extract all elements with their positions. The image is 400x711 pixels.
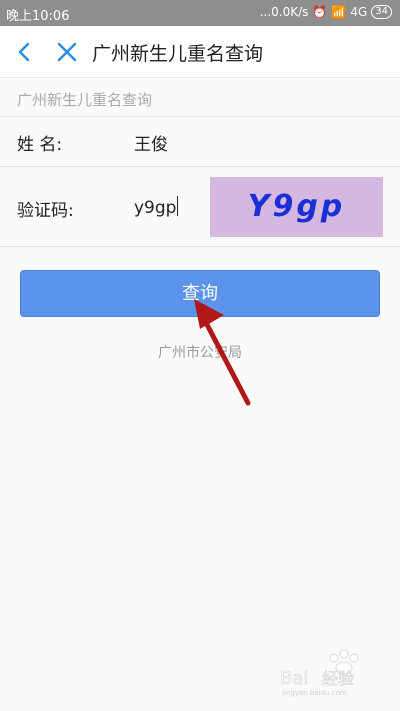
network-speed: ...0.0K/s [259,5,309,19]
network-type: 4G [350,5,368,19]
signal-icon: 📶 [331,5,347,19]
captcha-input[interactable]: y9gp [134,196,179,218]
alarm-icon: ⏰ [312,5,328,19]
name-label: 姓 名: [17,135,63,155]
section-header-text: 广州新生儿重名查询 [17,91,153,109]
nav-bar: 广州新生儿重名查询 [0,26,400,78]
svg-text:Bai: Bai [280,668,308,689]
page-title: 广州新生儿重名查询 [92,43,264,65]
close-icon[interactable] [56,41,78,63]
captcha-image[interactable]: Y9gp [210,177,383,237]
captcha-row: 验证码: y9gp Y9gp [0,167,400,247]
battery-icon: 34 [371,5,392,19]
status-time: 晚上10:06 [6,9,70,24]
svg-text:经验: 经验 [322,669,354,688]
svg-text:jingyan.baidu.com: jingyan.baidu.com [281,689,347,697]
annotation-arrow-icon [194,299,251,406]
captcha-label: 验证码: [17,201,74,221]
back-arrow-icon[interactable] [14,41,36,63]
captcha-input-text: y9gp [134,198,177,218]
text-cursor [177,196,179,216]
baidu-jingyan-watermark-icon: Bai 经验 jingyan.baidu.com [280,649,359,697]
name-input[interactable]: 王俊 [134,130,168,155]
status-indicators: ...0.0K/s ⏰ 📶 4G 34 [260,5,392,19]
name-row: 姓 名: 王俊 [0,117,400,167]
section-header: 广州新生儿重名查询 [0,79,400,117]
status-bar: 晚上10:06 ...0.0K/s ⏰ 📶 4G 34 [0,0,400,26]
